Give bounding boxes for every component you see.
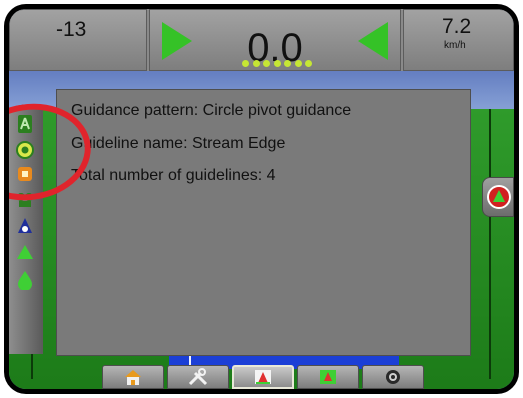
tab-map[interactable] [297,365,359,389]
bottom-tab-bar [102,365,427,389]
nav-arrow-button[interactable] [482,177,514,217]
guidance-bar[interactable]: 0.0 [149,9,401,71]
speed-value: 7.2 [442,15,472,38]
nav-indicator-icon [487,185,511,209]
tab-home[interactable] [102,365,164,389]
lightbar-led [284,60,291,67]
lightbar-led [252,60,260,67]
field-boundary-line [489,109,491,379]
speed-box[interactable]: 7.2 km/h [403,9,514,71]
tab-tools[interactable] [167,365,229,389]
lightbar-led [273,60,281,67]
guideline-name-text: Guideline name: Stream Edge [71,135,286,152]
guidance-icon [255,370,271,384]
guidance-pattern-text: Guidance pattern: Circle pivot guidance [71,102,352,119]
tab-camera[interactable] [362,365,424,389]
speed-unit: km/h [444,40,466,51]
water-drop-icon[interactable] [14,269,36,291]
vehicle-view-icon[interactable] [14,215,36,237]
lightbar-led [263,60,270,67]
arrow-up-icon[interactable] [14,241,36,263]
display-frame: -13 0.0 7.2 km/h Guidance pattern: Circl… [4,4,519,394]
cross-track-value: -13 [56,18,87,41]
camera-icon [386,370,400,384]
map-icon [320,370,336,384]
nav-arrow-icon [493,190,505,202]
lightbar-leds [242,60,312,68]
guidance-screen: -13 0.0 7.2 km/h Guidance pattern: Circl… [9,9,514,389]
top-status-bar: -13 0.0 7.2 km/h [9,9,514,71]
lightbar-led [242,60,249,67]
tools-icon [188,368,208,386]
home-icon [125,370,141,385]
tab-guidance[interactable] [232,365,294,389]
total-guidelines-text: Total number of guidelines: 4 [71,167,276,184]
steer-left-arrow-icon [358,22,388,60]
guideline-info-popup: Guidance pattern: Circle pivot guidance … [56,89,471,356]
lightbar-led [294,60,302,67]
cross-track-box[interactable]: -13 [9,9,147,71]
lightbar-led [305,60,312,67]
